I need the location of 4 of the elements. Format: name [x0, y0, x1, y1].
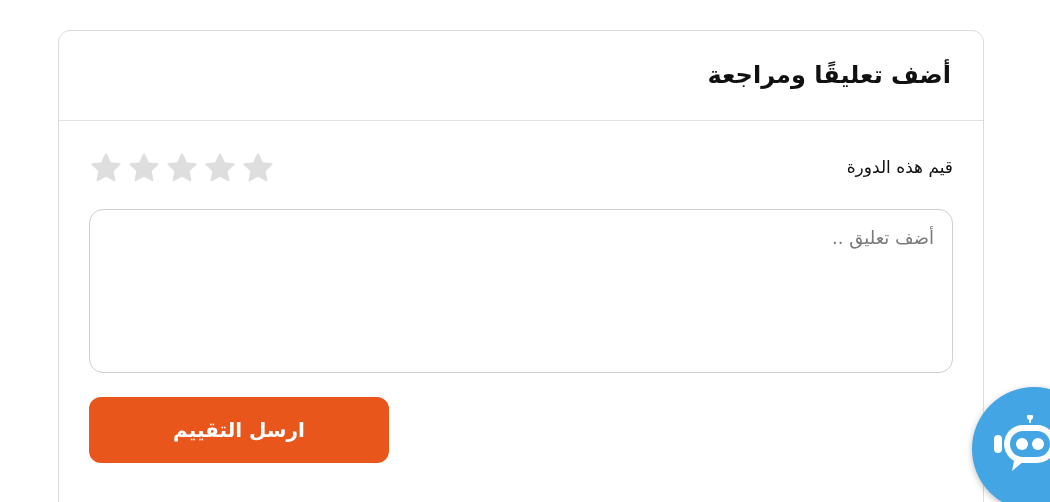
comment-field[interactable]: أضف تعليق .. — [89, 208, 953, 373]
rating-label: قيم هذه الدورة — [846, 156, 953, 180]
card-title: أضف تعليقًا ومراجعة — [706, 61, 951, 90]
submit-button[interactable]: ارسل التقييم — [89, 396, 389, 463]
